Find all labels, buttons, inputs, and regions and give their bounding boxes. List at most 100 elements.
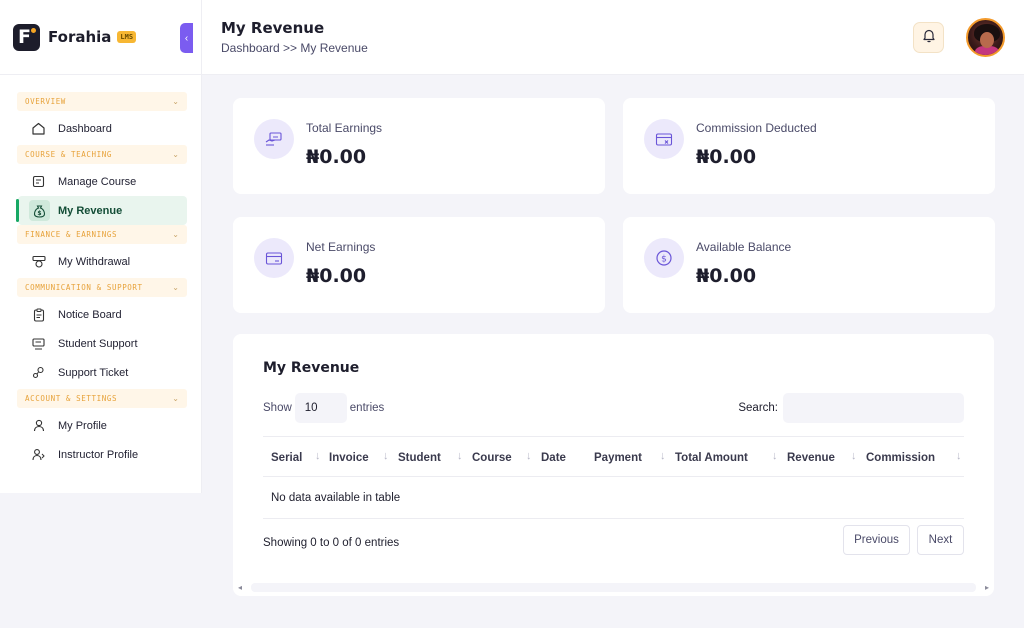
sort-arrow-icon[interactable]: ↓ <box>660 450 666 462</box>
stat-label: Available Balance <box>696 240 792 254</box>
dollar-coin-icon: $ <box>644 238 684 278</box>
stat-card-net-earnings: Net Earnings ₦0.00 <box>233 217 605 313</box>
chevron-down-icon: ⌄ <box>172 394 179 403</box>
column-label: Revenue <box>787 451 835 464</box>
section-label: OVERVIEW <box>25 97 66 106</box>
search-label: Search: <box>738 402 778 414</box>
stat-card-available-balance: $ Available Balance ₦0.00 <box>623 217 995 313</box>
course-icon <box>31 174 46 189</box>
bell-icon <box>922 28 936 48</box>
column-header-commission[interactable]: Commission <box>866 437 935 478</box>
sidebar-section-course-teaching[interactable]: COURSE & TEACHING ⌄ <box>17 145 187 164</box>
table-info: Showing 0 to 0 of 0 entries <box>263 537 400 549</box>
column-label: Student <box>398 451 441 464</box>
earnings-icon <box>254 119 294 159</box>
chevron-down-icon: ⌄ <box>172 150 179 159</box>
sort-arrow-icon[interactable]: ↓ <box>956 450 962 462</box>
column-header-course[interactable]: Course <box>472 437 512 478</box>
sidebar-item-dashboard[interactable]: Dashboard <box>17 114 187 143</box>
section-label: FINANCE & EARNINGS <box>25 230 118 239</box>
sidebar-item-label: Dashboard <box>58 122 112 135</box>
sidebar-item-my-profile[interactable]: My Profile <box>17 411 187 440</box>
section-label: ACCOUNT & SETTINGS <box>25 394 118 403</box>
column-header-revenue[interactable]: Revenue <box>787 437 835 478</box>
column-label: Payment <box>594 451 642 464</box>
sidebar-section-overview[interactable]: OVERVIEW ⌄ <box>17 92 187 111</box>
card-icon <box>254 238 294 278</box>
scroll-track[interactable] <box>251 583 976 592</box>
column-label: Course <box>472 451 512 464</box>
column-header-student[interactable]: Student <box>398 437 441 478</box>
sidebar-item-my-withdrawal[interactable]: My Withdrawal <box>17 247 187 276</box>
sort-arrow-icon[interactable]: ↓ <box>383 450 389 462</box>
instructor-icon <box>31 447 46 462</box>
column-label: Commission <box>866 451 936 464</box>
avatar[interactable] <box>966 18 1005 57</box>
sidebar-section-account-settings[interactable]: ACCOUNT & SETTINGS ⌄ <box>17 389 187 408</box>
stat-card-commission-deducted: Commission Deducted ₦0.00 <box>623 98 995 194</box>
sort-arrow-icon[interactable]: ↓ <box>772 450 778 462</box>
sort-arrow-icon[interactable]: ↓ <box>526 450 532 462</box>
show-label: Show <box>263 402 292 414</box>
chevron-down-icon: ⌄ <box>172 230 179 239</box>
sort-arrow-icon[interactable]: ↓ <box>851 450 857 462</box>
chevron-down-icon: ⌄ <box>172 283 179 292</box>
sidebar-item-student-support[interactable]: Student Support <box>17 329 187 358</box>
sidebar-item-label: My Profile <box>58 419 107 432</box>
stat-value: ₦0.00 <box>696 265 757 287</box>
previous-button[interactable]: Previous <box>843 525 910 555</box>
home-icon <box>31 121 46 136</box>
sidebar-nav: OVERVIEW ⌄ Dashboard COURSE & TEACHING ⌄… <box>0 75 201 469</box>
table-title: My Revenue <box>263 360 360 376</box>
chevron-down-icon: ⌄ <box>172 97 179 106</box>
section-label: COMMUNICATION & SUPPORT <box>25 283 143 292</box>
column-label: Invoice <box>329 451 369 464</box>
breadcrumb[interactable]: Dashboard >> My Revenue <box>221 41 368 55</box>
sidebar-item-label: Support Ticket <box>58 366 129 379</box>
sidebar-item-manage-course[interactable]: Manage Course <box>17 167 187 196</box>
clipboard-icon <box>31 307 46 322</box>
sidebar-section-finance-earnings[interactable]: FINANCE & EARNINGS ⌄ <box>17 225 187 244</box>
stat-card-total-earnings: Total Earnings ₦0.00 <box>233 98 605 194</box>
sidebar-item-notice-board[interactable]: Notice Board <box>17 300 187 329</box>
withdrawal-icon <box>31 254 46 269</box>
scroll-left-icon[interactable]: ◂ <box>238 583 242 592</box>
entries-label: entries <box>349 402 385 414</box>
entries-select[interactable] <box>294 393 347 423</box>
stat-value: ₦0.00 <box>306 265 367 287</box>
sidebar-collapse-button[interactable]: ‹ <box>180 23 193 53</box>
sidebar-section-communication-support[interactable]: COMMUNICATION & SUPPORT ⌄ <box>17 278 187 297</box>
sidebar-item-label: Manage Course <box>58 175 137 188</box>
top-header: My Revenue Dashboard >> My Revenue <box>202 0 1024 75</box>
sidebar-item-label: Student Support <box>58 337 138 350</box>
brand-name: Forahia <box>48 28 112 46</box>
search-input[interactable] <box>783 393 964 423</box>
brand: F Forahia LMS ‹ <box>0 0 201 75</box>
sidebar-item-instructor-profile[interactable]: Instructor Profile <box>17 440 187 469</box>
stat-label: Total Earnings <box>306 121 383 135</box>
entries-control: Show entries <box>263 393 384 423</box>
column-header-serial[interactable]: Serial <box>271 437 302 478</box>
sidebar-item-label: Notice Board <box>58 308 122 321</box>
sort-arrow-icon[interactable]: ↓ <box>457 450 463 462</box>
table-empty-row: No data available in table <box>263 477 964 519</box>
notifications-button[interactable] <box>913 22 944 53</box>
stat-value: ₦0.00 <box>696 146 757 168</box>
sidebar-item-support-ticket[interactable]: Support Ticket <box>17 358 187 387</box>
column-header-date[interactable]: Date <box>541 437 566 478</box>
brand-logo-icon[interactable]: F <box>13 23 40 51</box>
column-header-invoice[interactable]: Invoice <box>329 437 369 478</box>
sort-arrow-icon[interactable]: ↓ <box>315 450 321 462</box>
scroll-right-icon[interactable]: ▸ <box>985 583 989 592</box>
sidebar-item-my-revenue[interactable]: $ My Revenue <box>16 196 187 225</box>
next-button[interactable]: Next <box>917 525 964 555</box>
stat-value: ₦0.00 <box>306 146 367 168</box>
sidebar-item-label: My Revenue <box>58 204 123 217</box>
column-header-total-amount[interactable]: Total Amount <box>675 437 748 478</box>
revenue-table-card: My Revenue Show entries Search: Serial ↓… <box>233 334 994 596</box>
horizontal-scrollbar[interactable]: ◂ ▸ <box>233 579 994 596</box>
column-header-payment[interactable]: Payment <box>594 437 642 478</box>
user-icon <box>31 418 46 433</box>
column-label: Total Amount <box>675 451 748 464</box>
stat-label: Commission Deducted <box>696 121 817 135</box>
